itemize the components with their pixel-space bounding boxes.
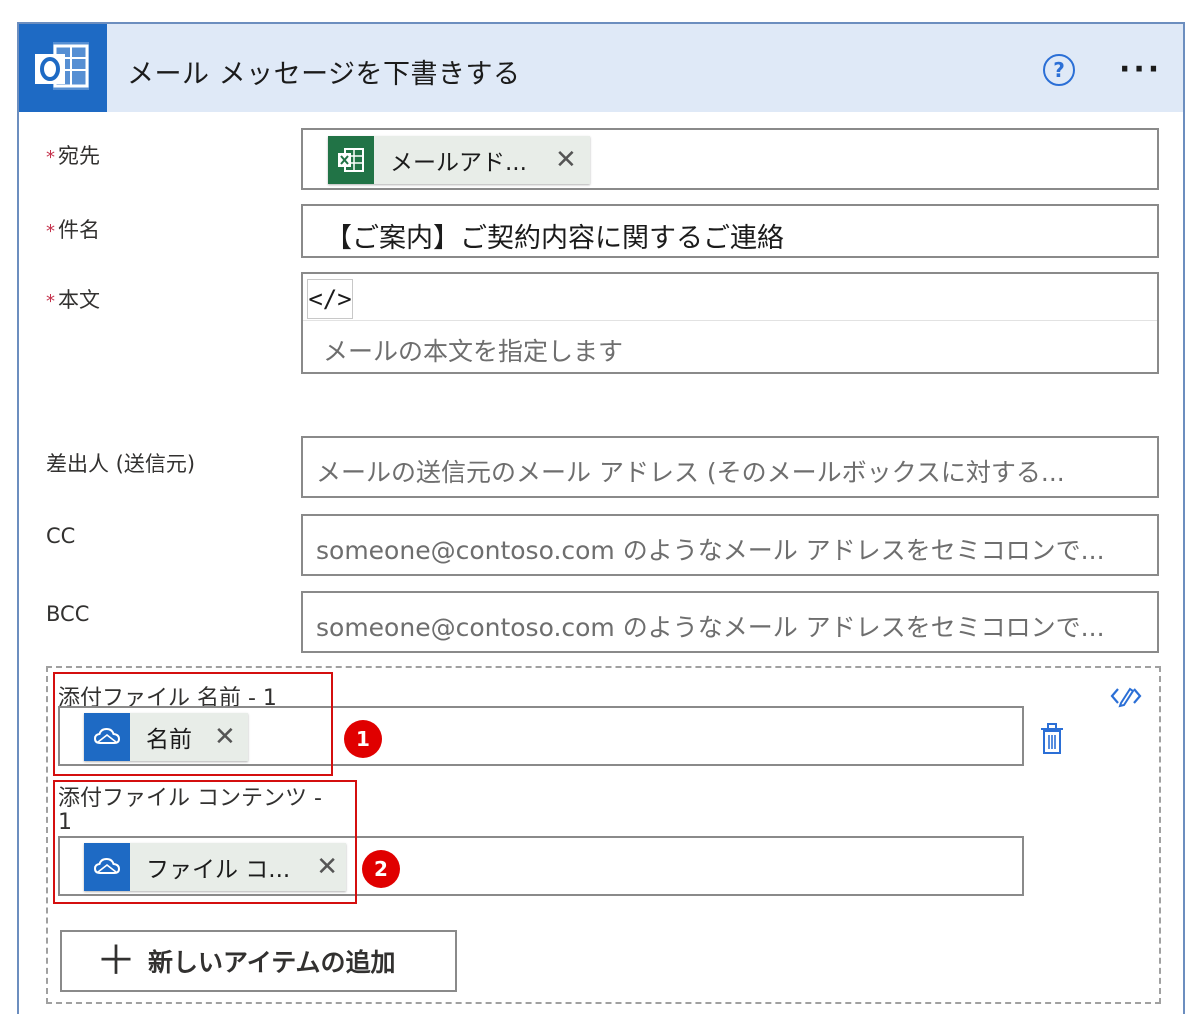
to-label-text: 宛先 (58, 144, 100, 168)
action-title: メール メッセージを下書きする (127, 59, 521, 90)
subject-label-text: 件名 (58, 218, 100, 242)
to-label: * 宛先 (46, 140, 100, 170)
from-field[interactable]: メールの送信元のメール アドレス (そのメールボックスに対する... (301, 436, 1159, 498)
edit-mode-icon[interactable] (1110, 684, 1142, 714)
bcc-placeholder: someone@contoso.com のようなメール アドレスをセミコロンで.… (316, 613, 1105, 642)
subject-field[interactable]: 【ご案内】ご契約内容に関するご連絡 (301, 204, 1159, 258)
add-new-item-label: 新しいアイテムの追加 (148, 948, 396, 977)
bcc-field[interactable]: someone@contoso.com のようなメール アドレスをセミコロンで.… (301, 591, 1159, 653)
body-label: * 本文 (46, 284, 100, 314)
body-field[interactable]: </> メールの本文を指定します (301, 272, 1159, 374)
help-icon[interactable]: ? (1043, 54, 1075, 86)
code-view-button[interactable]: </> (307, 279, 353, 319)
subject-label: * 件名 (46, 214, 100, 244)
subject-value: 【ご案内】ご契約内容に関するご連絡 (325, 223, 784, 254)
attachments-section: 添付ファイル 名前 - 1 名前 ✕ 添付ファイル コンテンツ - 1 ファイル… (46, 666, 1161, 1004)
excel-icon (328, 136, 374, 184)
annotation-badge-2: 2 (362, 850, 400, 888)
to-field[interactable]: メールアド... ✕ (301, 128, 1159, 190)
annotation-badge-1: 1 (344, 720, 382, 758)
add-new-item-button[interactable]: ＋ 新しいアイテムの追加 (60, 930, 457, 992)
to-token-label: メールアド... (390, 150, 527, 176)
body-placeholder: メールの本文を指定します (323, 337, 624, 366)
card-header[interactable]: メール メッセージを下書きする ? ··· (19, 24, 1183, 112)
body-label-text: 本文 (58, 288, 100, 312)
annotation-box-2 (53, 780, 357, 904)
required-mark: * (46, 221, 55, 242)
required-mark: * (46, 291, 55, 312)
from-placeholder: メールの送信元のメール アドレス (そのメールボックスに対する... (316, 458, 1065, 487)
cc-label: CC (46, 524, 76, 548)
annotation-box-1 (53, 672, 333, 776)
delete-item-icon[interactable] (1040, 723, 1064, 759)
required-mark: * (46, 147, 55, 168)
outlook-icon (19, 24, 107, 112)
cc-placeholder: someone@contoso.com のようなメール アドレスをセミコロンで.… (316, 536, 1105, 565)
plus-icon: ＋ (96, 938, 136, 984)
to-token[interactable]: メールアド... ✕ (328, 136, 590, 184)
editor-divider (303, 320, 1157, 321)
bcc-label: BCC (46, 602, 90, 626)
cc-field[interactable]: someone@contoso.com のようなメール アドレスをセミコロンで.… (301, 514, 1159, 576)
action-card: メール メッセージを下書きする ? ··· *宛先 メールアド... ✕ * (17, 22, 1185, 1014)
more-options-icon[interactable]: ··· (1119, 52, 1162, 87)
from-label: 差出人 (送信元) (46, 452, 196, 476)
remove-token-icon[interactable]: ✕ (555, 147, 577, 173)
